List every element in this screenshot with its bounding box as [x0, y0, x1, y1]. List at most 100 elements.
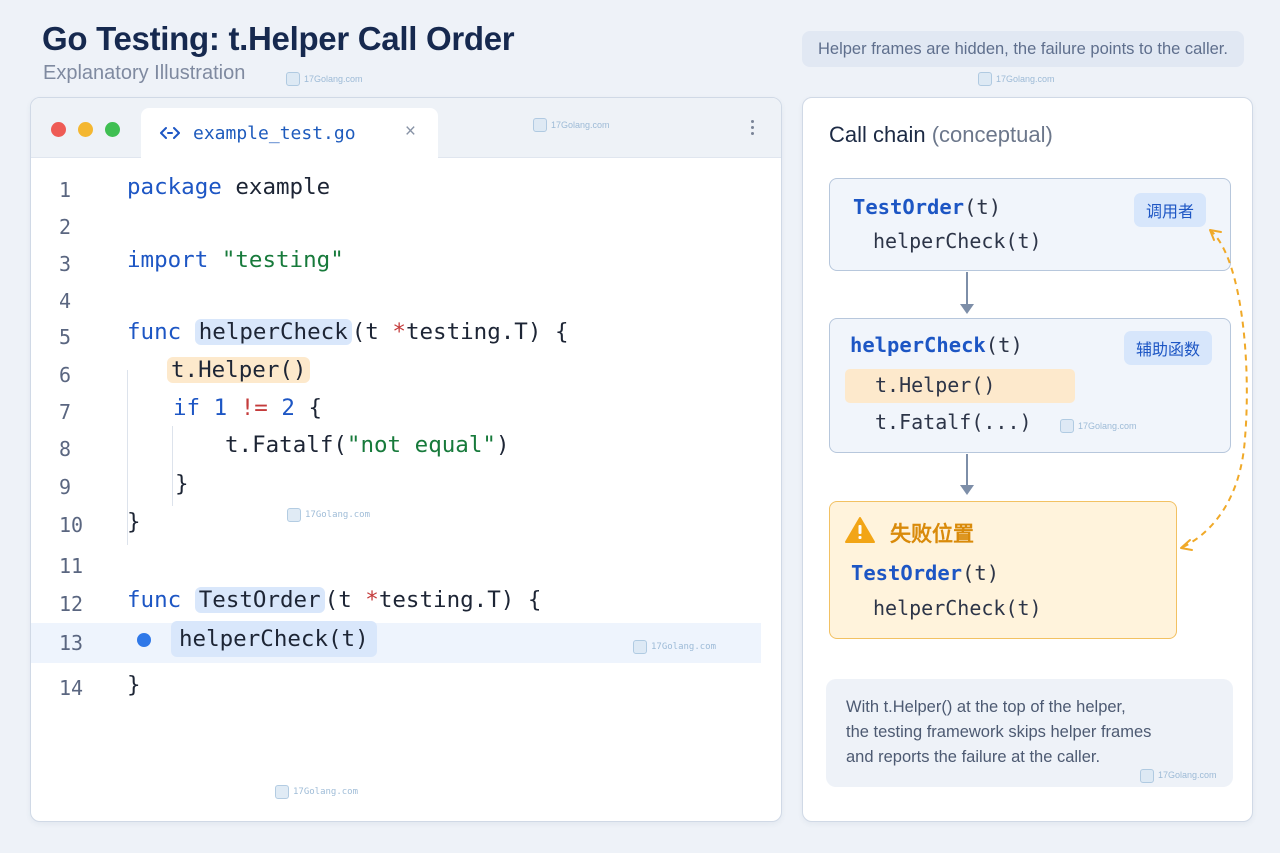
panel-title: Call chain (conceptual) [829, 122, 1053, 148]
more-options-icon[interactable] [751, 120, 755, 135]
line-number: 4 [59, 289, 72, 313]
helper-frame: helperCheck(t) 辅助函数 t.Helper() t.Fatalf(… [829, 318, 1231, 453]
frame-call-line: helperCheck(t) [873, 596, 1042, 620]
code-line-8: t.Fatalf("not equal") [225, 432, 509, 458]
helper-function-name: helperCheck [194, 319, 352, 345]
string-literal: "testing" [221, 247, 344, 273]
frame-function: helperCheck(t) [850, 333, 1023, 357]
close-tab-icon[interactable]: × [405, 121, 416, 143]
code-line-1: package example [127, 174, 330, 200]
watermark: 17Golang.com [1140, 763, 1217, 788]
function-name: TestOrder [851, 561, 963, 585]
watermark: 17Golang.com [1060, 419, 1137, 433]
line-number: 8 [59, 437, 72, 461]
page-title: Go Testing: t.Helper Call Order [42, 20, 515, 57]
pointer-star: * [365, 587, 379, 613]
line-number: 6 [59, 363, 72, 387]
line-number: 10 [59, 513, 84, 537]
line-number: 11 [59, 554, 84, 578]
code-editor-window: example_test.go × 17Golang.com 1 2 3 4 5… [30, 97, 782, 822]
panel-title-text: Call chain [829, 122, 926, 147]
string-literal: "not equal" [346, 432, 496, 458]
keyword: import [127, 247, 209, 273]
code-text: t.Fatalf( [225, 432, 347, 458]
close-window-dot[interactable] [51, 122, 66, 137]
failure-location-label: 失败位置 [890, 523, 974, 546]
frame-helper-line: t.Helper() [875, 373, 996, 397]
page-subtitle: Explanatory Illustration [43, 62, 246, 84]
code-line-14: } [127, 672, 141, 698]
line-number: 1 [59, 178, 72, 202]
line-number: 14 [59, 676, 84, 700]
explanation-box: With t.Helper() at the top of the helper… [826, 679, 1233, 787]
line-number: 9 [59, 475, 72, 499]
code-line-10: } [127, 509, 141, 535]
code-text: testing.T) { [378, 587, 542, 613]
watermark: 17Golang.com [978, 72, 1055, 86]
code-line-6: t.Helper() [167, 357, 311, 383]
frame-fatalf-line: t.Fatalf(...) [875, 410, 1032, 434]
frame-call-line: helperCheck(t) [873, 229, 1042, 253]
watermark: 17Golang.com [633, 640, 716, 654]
explanation-line: the testing framework skips helper frame… [846, 723, 1152, 741]
minimize-window-dot[interactable] [78, 122, 93, 137]
chain-arrow-head [960, 304, 974, 314]
caller-frame: TestOrder(t) helperCheck(t) 调用者 [829, 178, 1231, 271]
test-function-name: TestOrder [194, 587, 325, 613]
function-args: (t) [964, 195, 1002, 219]
function-args: (t) [985, 333, 1023, 357]
pointer-star: * [392, 319, 406, 345]
line-number: 12 [59, 592, 84, 616]
helper-call: helperCheck(t) [171, 621, 377, 657]
code-text: testing.T) { [405, 319, 569, 345]
code-text: { [294, 395, 323, 421]
chain-arrow-head [960, 485, 974, 495]
code-text: example [221, 174, 331, 200]
tab-label: example_test.go [193, 122, 356, 144]
code-text: (t [324, 587, 366, 613]
go-file-icon [160, 127, 180, 139]
code-text: ) [495, 432, 510, 458]
tab-example-test-go[interactable]: example_test.go × [141, 108, 438, 158]
frame-function: TestOrder(t) [853, 195, 1001, 219]
function-name: helperCheck [850, 333, 986, 357]
watermark: 17Golang.com [286, 72, 363, 86]
maximize-window-dot[interactable] [105, 122, 120, 137]
watermark: 17Golang.com [287, 508, 370, 522]
operator: != [240, 395, 268, 421]
indent-guide [172, 426, 173, 506]
frame-function: TestOrder(t) [851, 561, 999, 585]
code-line-3: import "testing" [127, 247, 344, 273]
editor-titlebar: example_test.go × 17Golang.com [31, 98, 781, 158]
watermark: 17Golang.com [275, 785, 358, 799]
line-number: 13 [59, 631, 84, 655]
code-area[interactable]: 1 2 3 4 5 6 7 8 9 10 11 12 13 14 package… [31, 158, 781, 821]
code-line-7: if 1 != 2 { [173, 395, 322, 421]
code-line-12: func TestOrder (t *testing.T) { [127, 587, 541, 613]
top-note: Helper frames are hidden, the failure po… [802, 31, 1244, 67]
line-number: 2 [59, 215, 72, 239]
breakpoint-icon[interactable] [137, 633, 151, 647]
chain-arrow [966, 454, 968, 487]
call-chain-panel: Call chain (conceptual) TestOrder(t) hel… [802, 97, 1253, 822]
failure-location-frame: 失败位置 TestOrder(t) helperCheck(t) [829, 501, 1177, 639]
keyword: func [127, 319, 182, 345]
number: 2 [281, 395, 295, 421]
function-args: (t) [962, 561, 1000, 585]
code-text: (t [351, 319, 393, 345]
warning-icon [845, 517, 875, 543]
keyword: package [127, 174, 222, 200]
line-number: 7 [59, 400, 72, 424]
chain-arrow [966, 272, 968, 306]
code-line-9: } [175, 471, 189, 497]
watermark: 17Golang.com [533, 118, 610, 132]
keyword: func [127, 587, 182, 613]
number: 1 [213, 395, 228, 421]
line-number: 3 [59, 252, 72, 276]
panel-title-sub: (conceptual) [931, 122, 1053, 147]
code-line-13: helperCheck(t) [171, 621, 377, 657]
function-name: TestOrder [853, 195, 965, 219]
failure-redirect-arrow [1180, 229, 1248, 551]
code-line-5: func helperCheck (t *testing.T) { [127, 319, 569, 345]
explanation-line: With t.Helper() at the top of the helper… [846, 698, 1126, 716]
